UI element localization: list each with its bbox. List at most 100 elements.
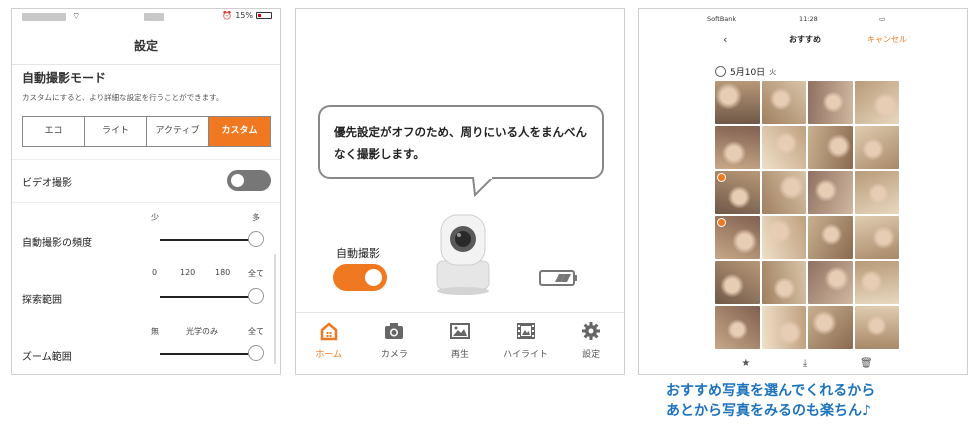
caption-line-1: おすすめ写真を選んでくれるから — [666, 383, 876, 399]
speech-bubble: 優先設定がオフのため、周りにいる人をまんべんなく撮影します。 — [318, 105, 604, 179]
photo-thumbnail[interactable] — [854, 261, 899, 304]
video-toggle[interactable] — [227, 170, 271, 191]
photo-thumbnail[interactable] — [715, 306, 760, 349]
photo-thumbnail[interactable] — [808, 81, 853, 124]
battery-status-icon: ▭ — [879, 15, 886, 23]
photo-thumbnail[interactable] — [854, 81, 899, 124]
page-title: 設定 — [12, 27, 280, 65]
tab-settings[interactable]: 設定 — [558, 313, 624, 374]
photo-thumbnail[interactable] — [761, 126, 806, 169]
back-icon[interactable]: ‹ — [723, 33, 727, 46]
selected-check-icon — [717, 218, 726, 227]
photo-thumbnail[interactable] — [761, 81, 806, 124]
frequency-label: 自動撮影の頻度 — [22, 238, 92, 249]
section-title: 自動撮影モード — [22, 71, 107, 85]
tab-playback[interactable]: 再生 — [427, 313, 493, 374]
wifi-icon: ⌔ — [72, 12, 81, 22]
photo-thumbnail[interactable] — [808, 126, 853, 169]
frequency-slider-track — [160, 239, 256, 241]
film-icon — [516, 323, 535, 339]
zoom-tick-all: 全て — [248, 327, 264, 336]
photo-thumbnail[interactable] — [808, 306, 853, 349]
search-slider-knob[interactable] — [248, 288, 264, 304]
frequency-max-label: 多 — [252, 213, 260, 222]
camera-device-icon — [436, 214, 490, 295]
zoom-tick-optical: 光学のみ — [186, 327, 218, 336]
mode-light-button[interactable]: ライト — [85, 117, 147, 146]
photo-thumbnail[interactable] — [715, 81, 760, 124]
star-icon[interactable]: ★ — [741, 358, 750, 369]
mode-segmented-control: エコ ライト アクティブ カスタム — [22, 116, 271, 147]
photo-thumbnail[interactable] — [761, 171, 806, 214]
photo-thumbnail[interactable] — [808, 261, 853, 304]
page-title: おすすめ — [789, 35, 821, 44]
mode-active-button[interactable]: アクティブ — [147, 117, 209, 146]
camera-icon — [385, 323, 404, 339]
selected-check-icon — [717, 173, 726, 182]
home-icon — [320, 322, 338, 341]
nav-bar: ‹ おすすめ キャンセル — [709, 27, 909, 53]
frequency-slider-knob[interactable] — [248, 231, 264, 247]
cancel-button[interactable]: キャンセル — [867, 34, 907, 45]
battery-icon — [539, 270, 577, 286]
toggle-knob — [365, 269, 382, 286]
photo-thumbnail[interactable] — [808, 216, 853, 259]
status-time: 11:28 — [799, 15, 818, 23]
carrier-label: SoftBank — [707, 15, 737, 23]
download-icon[interactable]: ⤓ — [803, 358, 807, 369]
tab-playback-label: 再生 — [450, 350, 469, 360]
photo-thumbnail[interactable] — [715, 171, 760, 214]
search-tick-0: 0 — [152, 268, 158, 277]
search-tick-all: 全て — [248, 269, 264, 278]
select-all-radio[interactable] — [715, 66, 726, 77]
photo-thumbnail[interactable] — [761, 216, 806, 259]
tab-camera[interactable]: カメラ — [362, 313, 428, 374]
photo-thumbnail[interactable] — [854, 306, 899, 349]
promo-caption: おすすめ写真を選んでくれるから あとから写真をみるのも楽ちん♪ — [666, 381, 875, 421]
trash-icon[interactable]: 🗑 — [860, 358, 873, 369]
photo-thumbnail[interactable] — [761, 261, 806, 304]
photo-thumbnail[interactable] — [808, 171, 853, 214]
video-label: ビデオ撮影 — [22, 178, 72, 189]
status-bar: SoftBank 11:28 ▭ — [639, 9, 967, 27]
carrier-redacted — [22, 13, 66, 21]
scrollbar[interactable] — [274, 254, 276, 364]
photo-thumbnail[interactable] — [715, 261, 760, 304]
image-icon — [449, 323, 470, 339]
weekday-label: 火 — [769, 67, 777, 76]
photo-thumbnail[interactable] — [854, 126, 899, 169]
photo-toolbar: ★ ⤓ 🗑 — [715, 353, 899, 373]
status-bar: ⌔ ⏰ 15% — [12, 9, 280, 27]
zoom-slider-knob[interactable] — [248, 345, 264, 361]
auto-capture-toggle[interactable] — [333, 264, 387, 291]
time-redacted — [144, 13, 164, 21]
tab-highlight[interactable]: ハイライト — [493, 313, 559, 374]
toggle-knob — [231, 174, 244, 187]
tab-home[interactable]: ホーム — [296, 313, 362, 374]
zoom-slider-track — [160, 353, 256, 355]
frequency-min-label: 少 — [151, 213, 159, 222]
photo-thumbnail[interactable] — [854, 216, 899, 259]
photo-grid — [715, 81, 899, 349]
date-header: 5月10日 火 — [715, 65, 776, 78]
mode-custom-button[interactable]: カスタム — [209, 117, 270, 146]
photo-thumbnail[interactable] — [715, 126, 760, 169]
settings-screenshot: ⌔ ⏰ 15% 設定 自動撮影モード カスタムにすると、より詳細な設定を行うこと… — [11, 8, 281, 375]
battery-status-icon — [256, 12, 272, 19]
photo-thumbnail[interactable] — [715, 216, 760, 259]
photos-screenshot: SoftBank 11:28 ▭ ‹ おすすめ キャンセル 5月10日 火 ★ … — [638, 8, 968, 375]
divider — [12, 159, 280, 160]
battery-percent: 15% — [235, 11, 253, 20]
tab-settings-label: 設定 — [582, 350, 601, 360]
caption-line-2: あとから写真をみるのも楽ちん♪ — [666, 403, 871, 419]
tab-highlight-label: ハイライト — [503, 350, 548, 360]
search-slider-track — [160, 296, 256, 298]
photo-thumbnail[interactable] — [854, 171, 899, 214]
search-range-label: 探索範囲 — [22, 295, 62, 306]
photo-thumbnail[interactable] — [761, 306, 806, 349]
tab-bar: ホーム カメラ 再生 ハイライト 設定 — [296, 312, 624, 374]
mode-eco-button[interactable]: エコ — [23, 117, 85, 146]
alarm-icon: ⏰ — [222, 11, 233, 20]
zoom-tick-none: 無 — [151, 327, 159, 336]
date-label: 5月10日 — [730, 68, 766, 78]
